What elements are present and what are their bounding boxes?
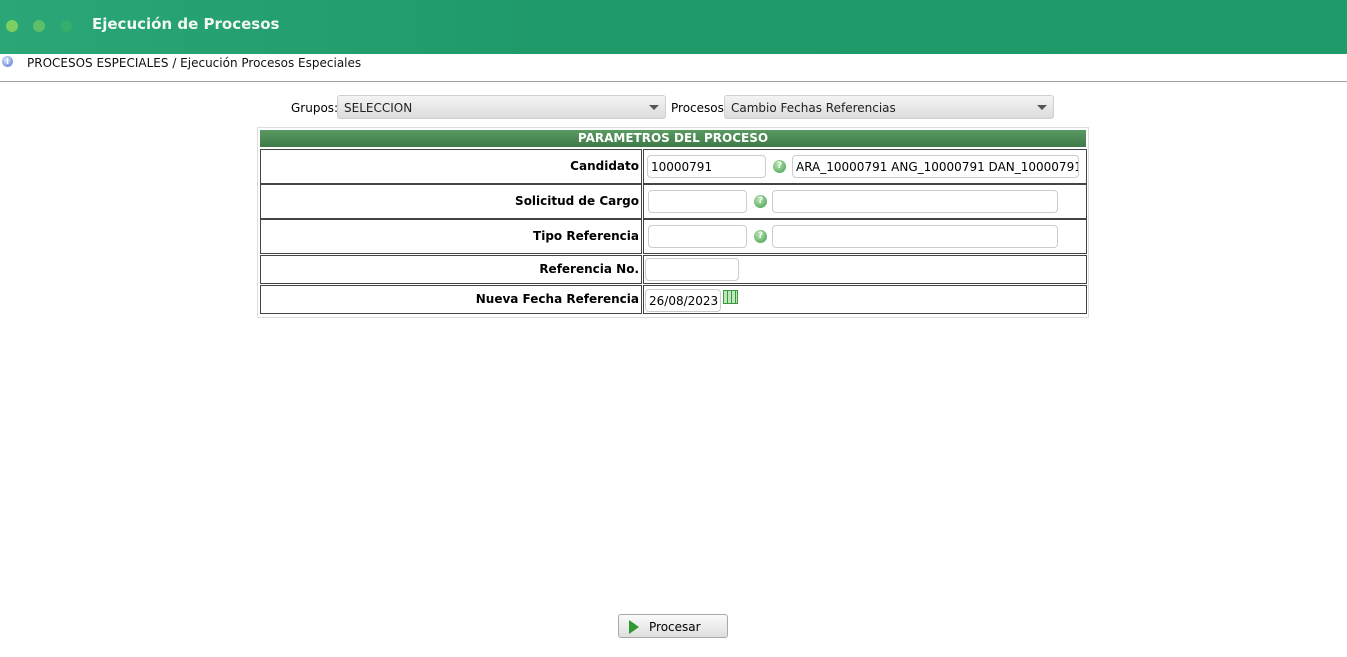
candidato-description[interactable]: ARA_10000791 ANG_10000791 DAN_10000791 _…	[792, 155, 1079, 178]
solicitud-label: Solicitud de Cargo	[260, 184, 642, 219]
procesar-button[interactable]: Procesar	[618, 614, 728, 638]
grupos-value: SELECCION	[344, 101, 413, 115]
chevron-down-icon	[1037, 105, 1047, 110]
candidato-input[interactable]: 10000791	[647, 155, 766, 178]
tipo-referencia-input[interactable]	[648, 225, 747, 248]
nueva-fecha-label: Nueva Fecha Referencia	[260, 285, 642, 314]
tipo-referencia-cell: ?	[643, 219, 1087, 254]
page-title: Ejecución de Procesos	[92, 15, 280, 33]
candidato-label: Candidato	[260, 149, 642, 184]
parameters-title: PARAMETROS DEL PROCESO	[260, 130, 1086, 147]
help-icon[interactable]: ?	[773, 160, 786, 173]
candidato-cell: 10000791 ? ARA_10000791 ANG_10000791 DAN…	[643, 149, 1087, 184]
referencia-no-cell	[643, 255, 1087, 284]
chevron-down-icon	[649, 105, 659, 110]
procesos-value: Cambio Fechas Referencias	[731, 101, 896, 115]
nueva-fecha-input[interactable]: 26/08/2023	[645, 289, 721, 312]
window-dot-icon	[33, 20, 45, 32]
solicitud-description[interactable]	[772, 190, 1058, 213]
grupos-select[interactable]: SELECCION	[337, 95, 666, 119]
procesos-label: Procesos:	[671, 101, 728, 115]
app-header: Ejecución de Procesos	[0, 0, 1347, 54]
nueva-fecha-cell: 26/08/2023	[643, 285, 1087, 314]
calendar-icon[interactable]	[723, 290, 738, 304]
help-icon[interactable]: ?	[754, 230, 767, 243]
parameters-table: PARAMETROS DEL PROCESO Candidato 1000079…	[257, 127, 1089, 318]
tipo-referencia-description[interactable]	[772, 225, 1058, 248]
play-icon	[629, 620, 639, 634]
window-dot-icon	[6, 20, 18, 32]
help-icon[interactable]: ?	[754, 195, 767, 208]
info-icon: i	[2, 56, 13, 67]
tipo-referencia-label: Tipo Referencia	[260, 219, 642, 254]
referencia-no-label: Referencia No.	[260, 255, 642, 284]
solicitud-input[interactable]	[648, 190, 747, 213]
breadcrumb: i PROCESOS ESPECIALES / Ejecución Proces…	[0, 55, 1347, 82]
solicitud-cell: ?	[643, 184, 1087, 219]
window-dot-icon	[60, 20, 72, 32]
referencia-no-input[interactable]	[645, 258, 739, 281]
breadcrumb-text: PROCESOS ESPECIALES / Ejecución Procesos…	[27, 56, 362, 70]
procesar-label: Procesar	[649, 620, 701, 634]
procesos-select[interactable]: Cambio Fechas Referencias	[724, 95, 1054, 119]
grupos-label: Grupos:	[291, 101, 339, 115]
